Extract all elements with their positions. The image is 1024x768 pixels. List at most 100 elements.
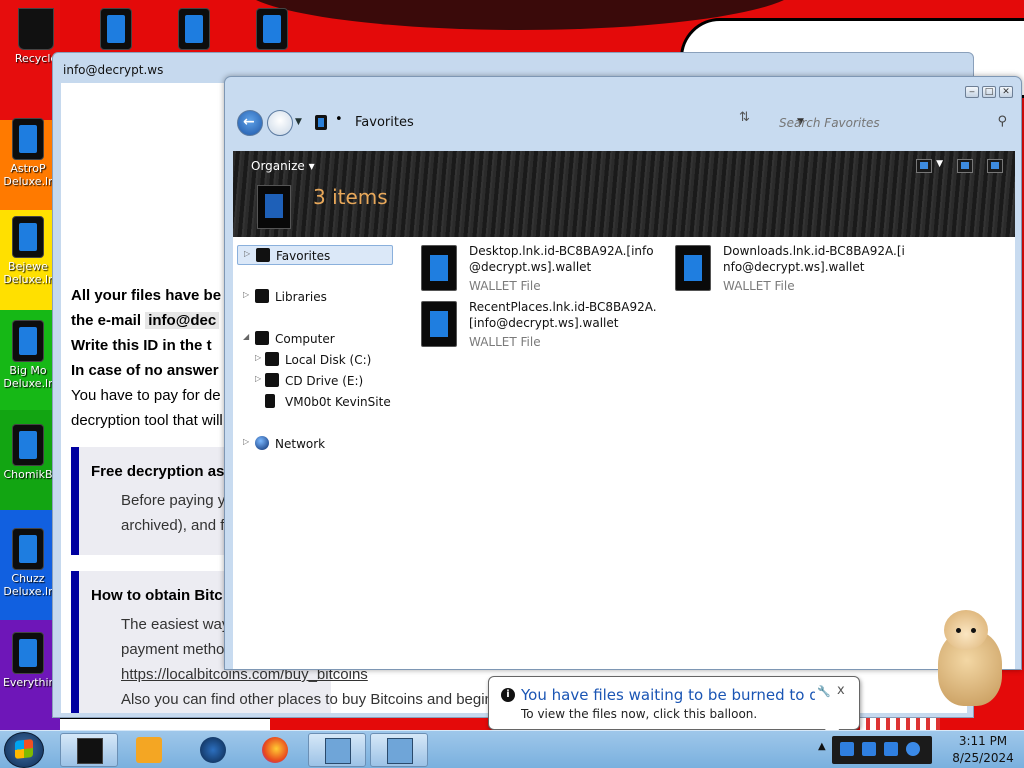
taskbar-item-window[interactable] (370, 733, 428, 767)
file-type: WALLET File (469, 279, 541, 293)
nav-item-favorites[interactable]: ▷ Favorites (237, 245, 393, 265)
note-line: You have to pay for de (71, 387, 221, 404)
view-controls: ▼ (916, 159, 1003, 173)
file-item[interactable]: RecentPlaces.lnk.id-BC8BA92A.[info@decry… (417, 297, 657, 349)
card-text: The easiest way (121, 616, 230, 633)
taskbar: ▲ 3:11 PM 8/25/2024 (0, 730, 1024, 768)
address-separator: • (335, 112, 343, 127)
explorer-icon (77, 738, 103, 764)
card-text: Before paying y (121, 492, 226, 509)
nav-item-local-disk[interactable]: ▷ Local Disk (C:) (237, 350, 393, 370)
expand-arrow-icon[interactable]: ▷ (243, 290, 249, 299)
tray-app-icon[interactable] (840, 742, 854, 756)
favorites-icon (256, 248, 270, 262)
drive-icon (265, 352, 279, 366)
nav-label: Libraries (275, 290, 327, 304)
nav-label: Local Disk (C:) (285, 353, 372, 367)
tray-app-icon[interactable] (862, 742, 876, 756)
wrench-icon[interactable]: 🔧 (817, 685, 831, 698)
window-title: info@decrypt.ws (63, 63, 164, 77)
info-icon: i (501, 688, 515, 702)
desktop-icon-top[interactable] (98, 8, 134, 50)
explorer-window[interactable]: ‒ □ ✕ ← ▼ • Favorites ▼ ⇅ ⚲ Organize ▾ ▼… (224, 76, 1022, 670)
expand-arrow-icon[interactable]: ▷ (255, 353, 261, 362)
game-shortcut-icon (12, 320, 44, 362)
navigation-pane: ▷ Favorites ▷ Libraries ◢ Computer ▷ Loc… (233, 237, 401, 669)
taskbar-item-firefox[interactable] (246, 733, 304, 767)
nav-item-computer[interactable]: ◢ Computer (237, 329, 393, 349)
recycle-bin-icon (18, 8, 54, 50)
installer-icon (325, 738, 351, 764)
file-item[interactable]: Downloads.lnk.id-BC8BA92A.[info@decrypt.… (671, 241, 911, 293)
file-item[interactable]: Desktop.lnk.id-BC8BA92A.[info@decrypt.ws… (417, 241, 657, 293)
card-text: payment metho (121, 641, 225, 658)
nav-item-libraries[interactable]: ▷ Libraries (237, 287, 393, 307)
history-dropdown-icon[interactable]: ▼ (295, 117, 302, 127)
taskbar-item-explorer[interactable] (60, 733, 118, 767)
change-view-icon[interactable] (916, 159, 933, 173)
nav-item-vm-site[interactable]: VM0b0t KevinSite (237, 392, 393, 412)
start-button[interactable] (4, 732, 44, 768)
taskbar-item-window[interactable] (308, 733, 366, 767)
expand-arrow-icon[interactable]: ▷ (243, 437, 249, 446)
forward-button[interactable] (267, 110, 293, 136)
app-shortcut-icon (12, 424, 44, 466)
address-location[interactable]: Favorites (355, 115, 414, 130)
firefox-icon (262, 737, 288, 763)
taskbar-item-app[interactable] (184, 733, 242, 767)
media-player-icon (136, 737, 162, 763)
network-tray-icon[interactable] (884, 742, 898, 756)
help-icon[interactable] (987, 159, 1003, 173)
preview-pane-icon[interactable] (957, 159, 973, 173)
file-icon (256, 8, 288, 50)
taskbar-item-media-player[interactable] (120, 733, 178, 767)
globe-icon (200, 737, 226, 763)
tray-expand-icon[interactable]: ▲ (818, 741, 826, 752)
clock-date[interactable]: 8/25/2024 (948, 751, 1018, 765)
nav-label: CD Drive (E:) (285, 374, 364, 388)
nav-item-cd-drive[interactable]: ▷ CD Drive (E:) (237, 371, 393, 391)
expand-arrow-icon[interactable]: ▷ (244, 249, 250, 258)
back-button[interactable]: ← (237, 110, 263, 136)
address-bar[interactable]: • Favorites ▼ (311, 111, 804, 135)
note-email: info@dec (145, 312, 220, 329)
computer-icon (255, 331, 269, 345)
search-box[interactable]: ⚲ (775, 111, 1011, 135)
hamster-image (928, 606, 1008, 708)
app-shortcut-icon (12, 632, 44, 674)
clock-time[interactable]: 3:11 PM (948, 734, 1018, 748)
system-tray: ▲ 3:11 PM 8/25/2024 (818, 731, 1024, 768)
view-dropdown-icon[interactable]: ▼ (936, 159, 943, 173)
nav-item-network[interactable]: ▷ Network (237, 434, 393, 454)
collapse-arrow-icon[interactable]: ◢ (243, 332, 249, 341)
expand-arrow-icon[interactable]: ▷ (255, 374, 261, 383)
explorer-content: ▷ Favorites ▷ Libraries ◢ Computer ▷ Loc… (233, 237, 1015, 669)
installer-icon (387, 738, 413, 764)
search-icon[interactable]: ⚲ (997, 114, 1007, 129)
tray-app-icon[interactable] (906, 742, 920, 756)
file-name: RecentPlaces.lnk.id-BC8BA92A.[info@decry… (469, 300, 657, 330)
nav-label: Computer (275, 332, 335, 346)
hamster-head (944, 610, 988, 650)
desktop-icon-top[interactable] (254, 8, 290, 50)
search-input[interactable] (779, 111, 979, 135)
minimize-button[interactable]: ‒ (965, 86, 979, 98)
hamster-eye (956, 628, 961, 633)
close-button[interactable]: ✕ (999, 86, 1013, 98)
wallet-file-icon (421, 301, 457, 347)
note-line: decryption tool that will (71, 412, 223, 429)
maximize-button[interactable]: □ (982, 86, 996, 98)
refresh-icon[interactable]: ⇅ (739, 110, 750, 125)
balloon-text: To view the files now, click this balloo… (521, 707, 758, 721)
balloon-close-button[interactable]: x (837, 683, 845, 698)
game-shortcut-icon (12, 528, 44, 570)
windows-logo-icon (15, 739, 33, 759)
wallpaper-strip (60, 716, 270, 730)
wallpaper-strip (860, 716, 940, 730)
file-list: Desktop.lnk.id-BC8BA92A.[info@decrypt.ws… (413, 237, 1013, 669)
file-name: Downloads.lnk.id-BC8BA92A.[info@decrypt.… (723, 244, 905, 274)
notification-balloon[interactable]: i You have files waiting to be burned to… (488, 676, 860, 743)
organize-button[interactable]: Organize ▾ (251, 159, 315, 173)
desktop-icon-top[interactable] (176, 8, 212, 50)
libraries-icon (255, 289, 269, 303)
